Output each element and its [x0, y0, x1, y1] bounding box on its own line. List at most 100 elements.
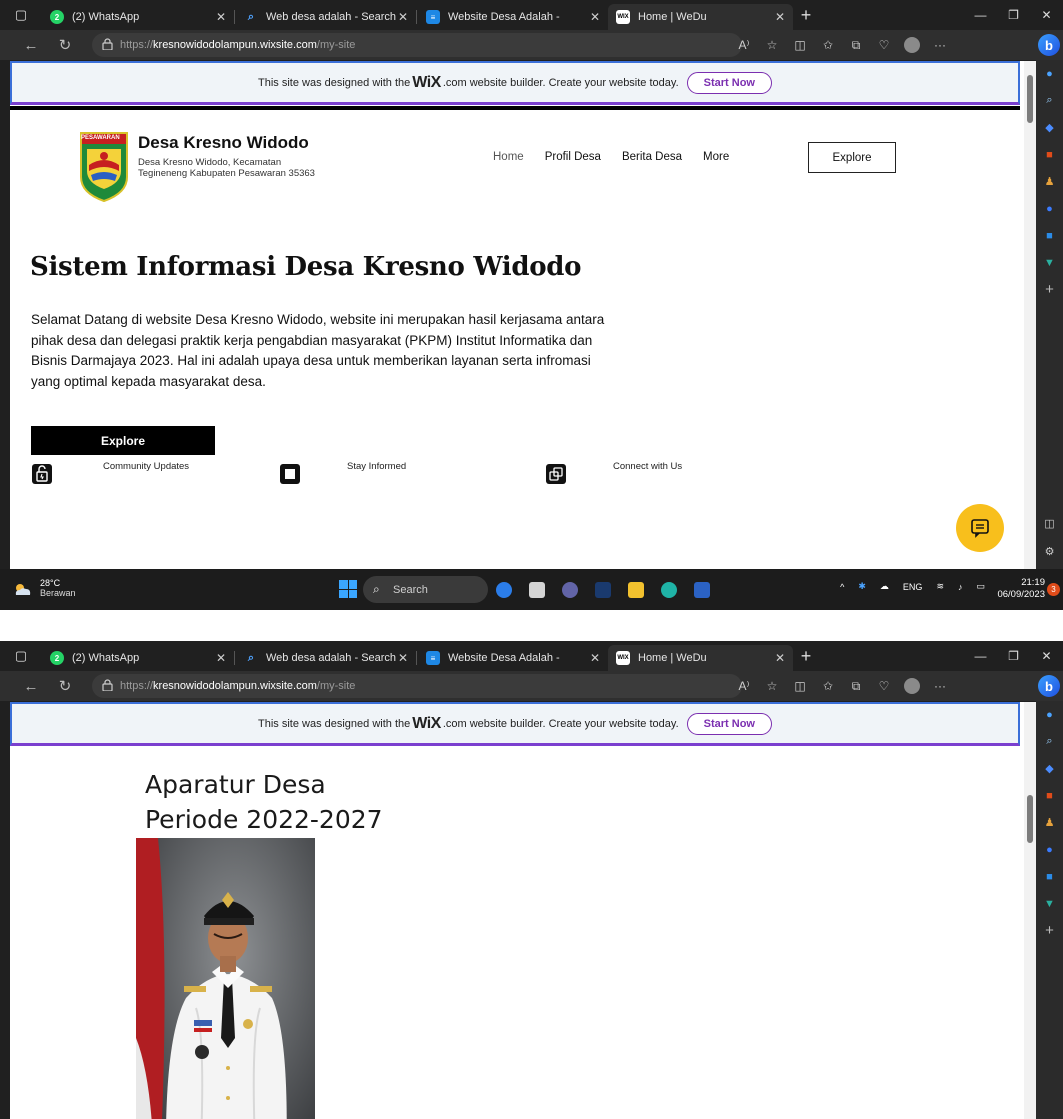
taskbar-clock[interactable]: 21:19 06/09/2023 [997, 577, 1045, 601]
edge-icon[interactable] [652, 578, 685, 602]
nav-more[interactable]: More [703, 151, 729, 163]
refresh-icon[interactable]: ↻ [54, 676, 76, 696]
favorites-icon[interactable]: ✩ [814, 30, 842, 60]
tab-whatsapp[interactable]: 2 (2) WhatsApp ✕ [42, 645, 235, 671]
tab-website-desa[interactable]: ≡ Website Desa Adalah - ✕ [418, 645, 608, 671]
close-window-icon[interactable]: ✕ [1030, 0, 1063, 30]
restore-icon[interactable]: ❐ [997, 0, 1030, 30]
language-indicator[interactable]: ENG [903, 582, 923, 592]
tab-home-wedu[interactable]: WIX Home | WeDu ✕ [608, 4, 793, 30]
tools-icon[interactable]: ■ [1036, 141, 1063, 168]
favorite-star-icon[interactable]: ☆ [758, 671, 786, 701]
copilot-icon[interactable]: b [1038, 34, 1060, 56]
tab-website-desa[interactable]: ≡ Website Desa Adalah - ✕ [418, 4, 608, 30]
outlook-icon[interactable]: ■ [1036, 222, 1063, 249]
battery-icon[interactable]: ▭ [976, 581, 985, 592]
back-icon[interactable]: ← [20, 676, 42, 696]
tab-whatsapp[interactable]: 2 (2) WhatsApp ✕ [42, 4, 235, 30]
collections-icon[interactable]: ⧉ [842, 671, 870, 701]
health-icon[interactable]: ♡ [870, 671, 898, 701]
word-icon[interactable] [685, 578, 718, 602]
explore-button[interactable]: Explore [31, 426, 215, 455]
close-window-icon[interactable]: ✕ [1030, 641, 1063, 671]
bell-icon[interactable]: ● [1036, 60, 1063, 87]
close-icon[interactable]: ✕ [216, 10, 226, 24]
sidebar-panel-icon[interactable]: ◫ [1036, 510, 1063, 537]
file-explorer-icon[interactable] [520, 578, 553, 602]
read-aloud-icon[interactable]: A⁾ [730, 30, 758, 60]
close-icon[interactable]: ✕ [216, 651, 226, 665]
explore-header-button[interactable]: Explore [808, 142, 896, 173]
chevron-up-icon[interactable]: ^ [840, 582, 844, 592]
new-tab-icon[interactable]: + [795, 645, 817, 667]
nav-berita-desa[interactable]: Berita Desa [622, 151, 682, 163]
close-icon[interactable]: ✕ [775, 10, 785, 24]
office-icon[interactable]: ● [1036, 195, 1063, 222]
office-icon[interactable]: ● [1036, 836, 1063, 863]
close-icon[interactable]: ✕ [398, 651, 408, 665]
scrollbar-thumb[interactable] [1027, 75, 1033, 123]
tools-icon[interactable]: ■ [1036, 782, 1063, 809]
tab-search[interactable]: ⌕ Web desa adalah - Search ✕ [236, 645, 417, 671]
shopping-tag-icon[interactable]: ◆ [1036, 755, 1063, 782]
windows-start-icon[interactable] [339, 580, 357, 598]
address-bar[interactable]: https://kresnowidodolampun.wixsite.com/m… [92, 674, 742, 698]
search-icon[interactable]: ⌕ [1036, 728, 1063, 755]
minimize-icon[interactable]: — [964, 0, 997, 30]
minimize-icon[interactable]: — [964, 641, 997, 671]
read-aloud-icon[interactable]: A⁾ [730, 671, 758, 701]
address-bar[interactable]: https://kresnowidodolampun.wixsite.com/m… [92, 33, 742, 57]
new-tab-icon[interactable]: + [795, 4, 817, 26]
chat-button[interactable] [956, 504, 1004, 552]
drop-icon[interactable]: ▼ [1036, 249, 1063, 276]
bluetooth-icon[interactable]: ✱ [858, 581, 866, 592]
more-menu-icon[interactable]: ··· [926, 671, 954, 701]
collections-icon[interactable]: ⧉ [842, 30, 870, 60]
close-icon[interactable]: ✕ [590, 10, 600, 24]
start-now-button[interactable]: Start Now [686, 712, 772, 735]
close-icon[interactable]: ✕ [775, 651, 785, 665]
outlook-icon[interactable]: ■ [1036, 863, 1063, 890]
add-icon[interactable]: + [1036, 276, 1063, 303]
tab-actions-icon[interactable]: ▢ [6, 0, 36, 30]
teams-icon[interactable] [553, 578, 586, 602]
tab-search[interactable]: ⌕ Web desa adalah - Search ✕ [236, 4, 417, 30]
games-icon[interactable]: ♟ [1036, 809, 1063, 836]
taskbar-search[interactable]: ⌕ Search [363, 576, 488, 603]
bing-app-icon[interactable] [487, 578, 520, 602]
profile-avatar-icon[interactable] [898, 671, 926, 701]
profile-avatar-icon[interactable] [898, 30, 926, 60]
site-title[interactable]: Desa Kresno Widodo [138, 133, 309, 153]
tab-actions-icon[interactable]: ▢ [6, 641, 36, 671]
scrollbar-thumb[interactable] [1027, 795, 1033, 843]
favorite-star-icon[interactable]: ☆ [758, 30, 786, 60]
wifi-icon[interactable]: ≋ [936, 581, 944, 592]
tab-home-wedu[interactable]: WIX Home | WeDu ✕ [608, 645, 793, 671]
search-icon[interactable]: ⌕ [1036, 87, 1063, 114]
more-menu-icon[interactable]: ··· [926, 30, 954, 60]
split-screen-icon[interactable]: ◫ [786, 30, 814, 60]
onedrive-icon[interactable]: ☁ [880, 581, 889, 592]
shopping-tag-icon[interactable]: ◆ [1036, 114, 1063, 141]
restore-icon[interactable]: ❐ [997, 641, 1030, 671]
add-icon[interactable]: + [1036, 917, 1063, 944]
folder-icon[interactable] [619, 578, 652, 602]
split-screen-icon[interactable]: ◫ [786, 671, 814, 701]
close-icon[interactable]: ✕ [398, 10, 408, 24]
page-scrollbar[interactable] [1024, 702, 1036, 1119]
favorites-icon[interactable]: ✩ [814, 671, 842, 701]
settings-gear-icon[interactable]: ⚙ [1036, 538, 1063, 565]
nav-home[interactable]: Home [493, 151, 524, 163]
photoshop-icon[interactable] [586, 578, 619, 602]
notification-badge[interactable]: 3 [1047, 583, 1060, 596]
nav-profil-desa[interactable]: Profil Desa [545, 151, 601, 163]
volume-icon[interactable]: ♪ [958, 582, 963, 592]
start-now-button[interactable]: Start Now [686, 71, 772, 94]
close-icon[interactable]: ✕ [590, 651, 600, 665]
bell-icon[interactable]: ● [1036, 701, 1063, 728]
drop-icon[interactable]: ▼ [1036, 890, 1063, 917]
games-icon[interactable]: ♟ [1036, 168, 1063, 195]
refresh-icon[interactable]: ↻ [54, 35, 76, 55]
copilot-icon[interactable]: b [1038, 675, 1060, 697]
back-icon[interactable]: ← [20, 35, 42, 55]
